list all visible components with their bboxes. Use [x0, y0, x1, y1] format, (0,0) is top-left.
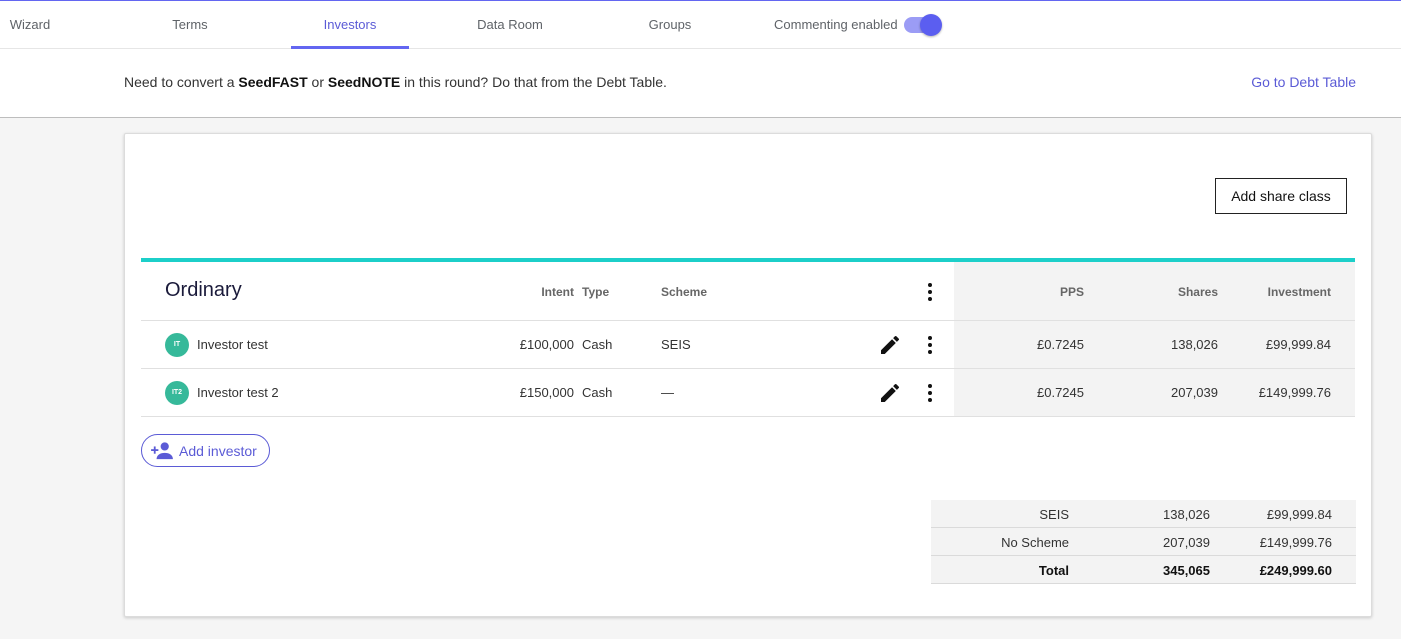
banner-seednote: SeedNOTE — [327, 74, 401, 90]
summary-investment: £149,999.76 — [1259, 535, 1332, 550]
table-header: Ordinary Intent Type Scheme PPS Shares I… — [141, 262, 1355, 321]
edit-pencil-icon[interactable] — [878, 381, 902, 405]
banner-text-part: Need to convert a — [124, 74, 239, 90]
share-class-table: Ordinary Intent Type Scheme PPS Shares I… — [141, 258, 1355, 417]
banner-text-part: in this round? Do that from the Debt Tab… — [400, 74, 667, 90]
edit-pencil-icon[interactable] — [878, 333, 902, 357]
summary-row: No Scheme 207,039 £149,999.76 — [931, 528, 1356, 556]
summary-shares: 345,065 — [1163, 563, 1210, 578]
summary-investment: £249,999.60 — [1259, 563, 1332, 578]
col-type: Type — [582, 285, 610, 299]
investor-name: Investor test — [197, 337, 268, 352]
col-scheme: Scheme — [661, 285, 708, 299]
table-row[interactable]: IT2 Investor test 2 £150,000 Cash — £0.7… — [141, 369, 1355, 417]
summary-label: Total — [1038, 563, 1069, 578]
investor-type: Cash — [582, 385, 613, 400]
banner-seedfast: SeedFAST — [238, 74, 308, 90]
commenting-toggle[interactable] — [904, 14, 942, 36]
avatar: IT2 — [165, 381, 189, 405]
row-more-icon[interactable] — [918, 381, 942, 405]
add-investor-label: Add investor — [179, 443, 257, 459]
banner-text-part: or — [307, 74, 328, 90]
scheme-summary-table: SEIS 138,026 £99,999.84 No Scheme 207,03… — [931, 500, 1356, 584]
investor-investment: £149,999.76 — [1258, 385, 1331, 400]
col-investment: Investment — [1267, 285, 1331, 299]
col-pps: PPS — [1059, 285, 1084, 299]
add-investor-button[interactable]: Add investor — [141, 434, 270, 467]
investor-intent: £150,000 — [519, 385, 574, 400]
summary-investment: £99,999.84 — [1266, 507, 1332, 522]
table-row[interactable]: IT Investor test £100,000 Cash SEIS £0.7… — [141, 321, 1355, 369]
class-more-icon[interactable] — [918, 280, 942, 304]
toggle-knob — [920, 14, 942, 36]
summary-label: No Scheme — [1001, 535, 1069, 550]
summary-shares: 207,039 — [1163, 535, 1210, 550]
col-intent: Intent — [541, 285, 574, 299]
col-shares: Shares — [1177, 285, 1218, 299]
investor-investment: £99,999.84 — [1265, 337, 1331, 352]
debt-banner: Need to convert a SeedFAST or SeedNOTE i… — [0, 49, 1401, 118]
tab-groups[interactable]: Groups — [610, 1, 730, 48]
summary-shares: 138,026 — [1163, 507, 1210, 522]
avatar: IT — [165, 333, 189, 357]
investor-shares: 138,026 — [1171, 337, 1218, 352]
tab-investors[interactable]: Investors — [291, 1, 409, 49]
investor-scheme: — — [661, 385, 674, 400]
summary-row: SEIS 138,026 £99,999.84 — [931, 500, 1356, 528]
summary-total-row: Total 345,065 £249,999.60 — [931, 556, 1356, 584]
tab-data-room[interactable]: Data Room — [450, 1, 570, 48]
investor-name: Investor test 2 — [197, 385, 279, 400]
go-to-debt-table-link[interactable]: Go to Debt Table — [1251, 74, 1356, 90]
investor-pps: £0.7245 — [1037, 337, 1084, 352]
investor-intent: £100,000 — [519, 337, 574, 352]
share-class-card: Add share class Ordinary Intent Type Sch… — [124, 133, 1372, 617]
share-class-name: Ordinary — [165, 279, 242, 301]
tab-wizard[interactable]: Wizard — [0, 1, 60, 48]
banner-message: Need to convert a SeedFAST or SeedNOTE i… — [124, 74, 667, 90]
summary-label: SEIS — [1039, 507, 1069, 522]
investor-shares: 207,039 — [1171, 385, 1218, 400]
investor-scheme: SEIS — [661, 337, 691, 352]
investor-type: Cash — [582, 337, 613, 352]
tab-bar: Wizard Terms Investors Data Room Groups … — [0, 1, 1401, 49]
add-share-class-button[interactable]: Add share class — [1215, 178, 1347, 214]
add-person-icon — [151, 442, 173, 460]
tab-terms[interactable]: Terms — [130, 1, 250, 48]
row-more-icon[interactable] — [918, 333, 942, 357]
commenting-label: Commenting enabled — [774, 17, 898, 32]
investor-pps: £0.7245 — [1037, 385, 1084, 400]
